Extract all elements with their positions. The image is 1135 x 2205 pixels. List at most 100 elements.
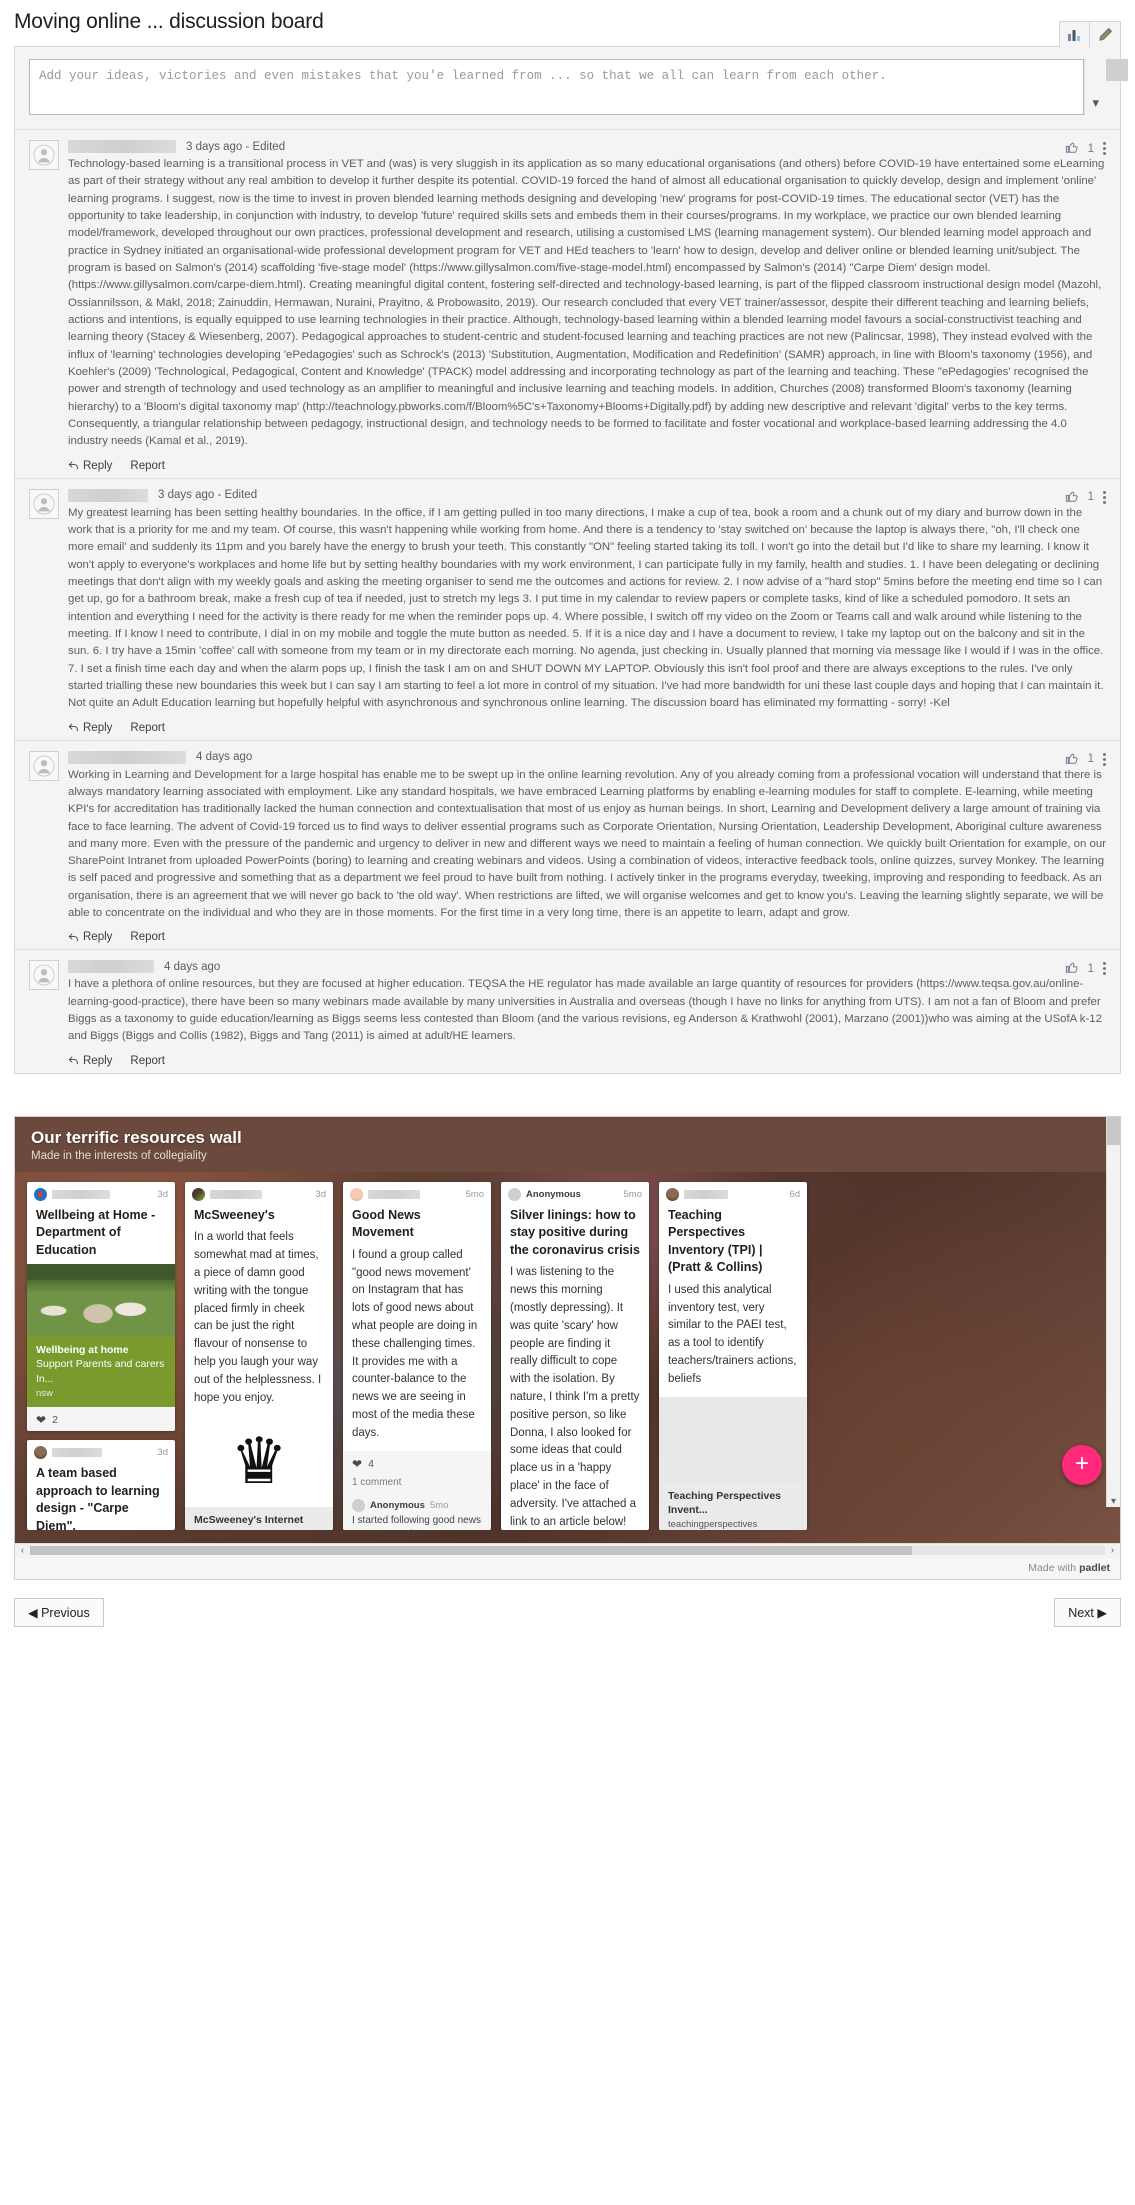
card-time: 3d bbox=[157, 1447, 168, 1459]
card-title: Good News Movement bbox=[352, 1207, 421, 1240]
wall-card[interactable]: 3d Wellbeing at Home - Department of Edu… bbox=[27, 1181, 175, 1432]
wall-horizontal-scrollbar[interactable]: ‹ › bbox=[15, 1542, 1120, 1558]
padlet-credit: Made with padlet bbox=[15, 1557, 1120, 1579]
card-title: Wellbeing at Home - Department of Educat… bbox=[36, 1207, 156, 1257]
thumbs-up-icon[interactable] bbox=[1065, 751, 1079, 768]
discussion-board: ▾ 1 3 days ago - Edited Technology-based bbox=[14, 21, 1128, 1074]
reply-label: Reply bbox=[83, 1054, 113, 1067]
wall-title: Our terrific resources wall bbox=[31, 1127, 242, 1147]
post: 1 4 days ago I have a plethora of online… bbox=[15, 949, 1120, 1073]
card-link-preview[interactable]: Teaching Perspectives Invent... teaching… bbox=[659, 1482, 807, 1530]
post-options-menu-icon[interactable] bbox=[1103, 490, 1106, 504]
scroll-right-icon[interactable]: › bbox=[1105, 1545, 1120, 1556]
reply-button[interactable]: Reply bbox=[68, 722, 112, 734]
comment-count: 1 comment bbox=[352, 1476, 402, 1488]
card-text: I found a group called "good news moveme… bbox=[352, 1248, 478, 1439]
card-author-avatar bbox=[34, 1187, 47, 1201]
wall-vertical-scrollbar[interactable]: ▾ bbox=[1106, 1116, 1120, 1507]
card-footer: ❤ 4 1 comment Anonymous 5mo I started fo… bbox=[343, 1450, 491, 1530]
post-options-menu-icon[interactable] bbox=[1103, 962, 1106, 976]
post-author-name bbox=[68, 488, 148, 502]
like-count: 1 bbox=[1087, 962, 1094, 975]
thumbs-up-icon[interactable] bbox=[1065, 960, 1079, 977]
page-title: Moving online ... discussion board bbox=[14, 10, 324, 33]
card-author-name bbox=[210, 1189, 262, 1199]
wall-card[interactable]: 3d McSweeney's In a world that feels som… bbox=[185, 1181, 333, 1530]
reply-label: Reply bbox=[83, 459, 113, 472]
post-author-name bbox=[68, 960, 154, 974]
composer-area: ▾ bbox=[15, 47, 1128, 129]
post-meta: 1 bbox=[1065, 960, 1106, 977]
wall-hscroll-track[interactable] bbox=[30, 1546, 1105, 1556]
card-author-avatar bbox=[666, 1187, 679, 1201]
like-count: 1 bbox=[1087, 142, 1094, 155]
wall-vertical-scrollbar-thumb[interactable] bbox=[1106, 1116, 1120, 1145]
post-actions: Reply Report bbox=[29, 460, 1106, 472]
post-timestamp: 3 days ago - Edited bbox=[158, 489, 258, 502]
card-link-thumbnail bbox=[659, 1396, 807, 1483]
heart-icon[interactable]: ❤ bbox=[352, 1457, 362, 1471]
card-title: A team based approach to learning design… bbox=[36, 1466, 160, 1530]
bar-chart-icon[interactable] bbox=[1059, 21, 1090, 48]
like-count: 2 bbox=[52, 1413, 58, 1426]
previous-button[interactable]: ◀ Previous bbox=[14, 1597, 104, 1627]
reply-arrow-icon bbox=[68, 723, 78, 732]
wall-card[interactable]: 3d A team based approach to learning des… bbox=[27, 1440, 175, 1530]
report-button[interactable]: Report bbox=[130, 460, 165, 472]
heart-icon[interactable]: ❤ bbox=[36, 1413, 46, 1427]
reply-arrow-icon bbox=[68, 461, 78, 470]
card-text: I used this analytical inventory test, v… bbox=[668, 1283, 797, 1385]
card-text: In a world that feels somewhat mad at ti… bbox=[194, 1231, 322, 1404]
avatar bbox=[29, 750, 59, 781]
card-author-name: Anonymous bbox=[526, 1188, 581, 1200]
post-options-menu-icon[interactable] bbox=[1103, 752, 1106, 766]
wall-card[interactable]: 6d Teaching Perspectives Inventory (TPI)… bbox=[659, 1181, 807, 1530]
card-likes[interactable]: ❤ 2 bbox=[27, 1407, 175, 1431]
next-button[interactable]: Next ▶ bbox=[1054, 1597, 1121, 1627]
previous-label: Previous bbox=[41, 1605, 90, 1620]
post-options-menu-icon[interactable] bbox=[1103, 142, 1106, 155]
post-meta: 1 bbox=[1065, 751, 1106, 768]
reply-button[interactable]: Reply bbox=[68, 1055, 112, 1067]
pencil-icon[interactable] bbox=[1090, 21, 1121, 48]
card-link-preview[interactable]: Wellbeing at home Support Parents and ca… bbox=[27, 1337, 175, 1407]
chevron-down-icon[interactable]: ▾ bbox=[1111, 1496, 1116, 1507]
wall-column: 5mo Good News Movement I found a group c… bbox=[343, 1181, 491, 1530]
reply-arrow-icon bbox=[68, 1056, 78, 1065]
post-actions: Reply Report bbox=[29, 1055, 1106, 1067]
avatar bbox=[29, 960, 59, 991]
card-time: 5mo bbox=[465, 1188, 484, 1200]
wall-card[interactable]: 5mo Good News Movement I found a group c… bbox=[343, 1181, 491, 1530]
post-actions: Reply Report bbox=[29, 931, 1106, 943]
new-post-input[interactable] bbox=[29, 59, 1085, 115]
reply-button[interactable]: Reply bbox=[68, 460, 112, 472]
thumbs-up-icon[interactable] bbox=[1065, 489, 1079, 506]
wall-card[interactable]: Anonymous 5mo Silver linings: how to sta… bbox=[501, 1181, 649, 1530]
chair-engraving-icon: ♛ bbox=[230, 1425, 288, 1498]
card-title: Teaching Perspectives Inventory (TPI) | … bbox=[668, 1207, 763, 1275]
card-likes[interactable]: ❤ 4 bbox=[343, 1451, 491, 1477]
report-button[interactable]: Report bbox=[130, 931, 165, 943]
add-post-button[interactable]: + bbox=[1062, 1444, 1102, 1485]
scroll-left-icon[interactable]: ‹ bbox=[15, 1545, 30, 1556]
reply-button[interactable]: Reply bbox=[68, 931, 112, 943]
card-footer: ❤ 2 Add comment bbox=[27, 1406, 175, 1432]
composer-scrollbar-thumb[interactable] bbox=[1106, 59, 1128, 81]
board-toolbar bbox=[1059, 21, 1121, 48]
composer-scroll-chevron-icon[interactable]: ▾ bbox=[1084, 59, 1128, 115]
card-title: Silver linings: how to stay positive dur… bbox=[510, 1207, 640, 1257]
wall-hscroll-thumb[interactable] bbox=[30, 1546, 912, 1556]
avatar bbox=[29, 140, 59, 170]
padlet-brand: padlet bbox=[1079, 1561, 1110, 1574]
report-button[interactable]: Report bbox=[130, 1055, 165, 1067]
card-link-preview[interactable]: McSweeney's Internet Tende... shirt and … bbox=[185, 1507, 333, 1530]
card-author-name bbox=[52, 1448, 102, 1458]
card-text: I was listening to the news this morning… bbox=[510, 1266, 640, 1528]
card-author-name bbox=[684, 1189, 728, 1199]
report-button[interactable]: Report bbox=[130, 722, 165, 734]
post-meta: 1 bbox=[1065, 489, 1106, 506]
like-count: 1 bbox=[1087, 753, 1094, 766]
link-title: McSweeney's Internet Tende... bbox=[194, 1514, 304, 1529]
wall-column: Anonymous 5mo Silver linings: how to sta… bbox=[501, 1181, 649, 1530]
thumbs-up-icon[interactable] bbox=[1065, 140, 1079, 157]
